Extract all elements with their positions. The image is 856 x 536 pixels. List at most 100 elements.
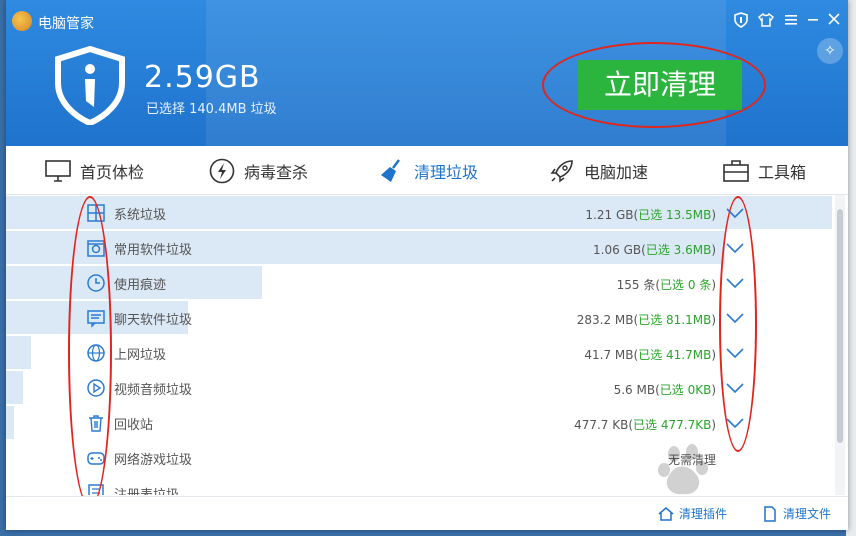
item-name: 回收站 bbox=[114, 418, 154, 433]
item-selected: 已选 0KB bbox=[659, 383, 712, 397]
app-title: 电脑管家 bbox=[38, 16, 94, 32]
item-name: 上网垃圾 bbox=[114, 348, 167, 363]
trash-icon bbox=[86, 413, 106, 433]
home-icon bbox=[658, 506, 674, 522]
toolbox-icon bbox=[722, 157, 750, 185]
chevron-down-icon[interactable] bbox=[724, 238, 746, 258]
list-item[interactable]: 系统垃圾 1.21 GB(已选 13.5MB) bbox=[6, 195, 834, 230]
list-item[interactable]: 回收站 477.7 KB(已选 477.7KB) bbox=[6, 405, 834, 440]
scrollbar[interactable] bbox=[835, 195, 845, 495]
registry-icon bbox=[86, 483, 106, 495]
selected-summary: 已选择 140.4MB 垃圾 bbox=[146, 102, 277, 117]
chevron-down-icon[interactable] bbox=[724, 343, 746, 363]
item-name: 注册表垃圾 bbox=[114, 484, 179, 495]
tab-label: 工具箱 bbox=[758, 163, 807, 182]
clock-icon bbox=[86, 273, 106, 293]
title-bar[interactable]: 电脑管家 bbox=[6, 0, 848, 42]
item-total: 477.7 KB bbox=[574, 418, 629, 432]
list-item[interactable]: 网络游戏垃圾 无需清理 bbox=[6, 440, 834, 475]
scan-progress-fill bbox=[6, 371, 23, 404]
windows-icon bbox=[86, 203, 106, 223]
list-item[interactable]: 使用痕迹 155 条(已选 0 条) bbox=[6, 265, 834, 300]
chevron-down-icon[interactable] bbox=[724, 308, 746, 328]
scan-progress-fill bbox=[6, 406, 14, 439]
tab-toolbox[interactable]: 工具箱 bbox=[722, 156, 806, 186]
list-item[interactable]: 注册表垃圾 bbox=[6, 475, 834, 495]
scan-progress-fill bbox=[6, 336, 31, 369]
rocket-icon bbox=[548, 157, 576, 185]
item-total: 41.7 MB bbox=[584, 348, 634, 362]
item-size: 1.21 GB(已选 13.5MB) bbox=[585, 208, 716, 222]
item-size: 477.7 KB(已选 477.7KB) bbox=[574, 418, 716, 432]
tab-label: 病毒查杀 bbox=[244, 163, 309, 182]
item-selected: 已选 81.1MB bbox=[638, 313, 712, 327]
menu-icon[interactable] bbox=[782, 12, 800, 30]
clean-now-button[interactable]: 立即清理 bbox=[578, 60, 742, 110]
tab-label: 电脑加速 bbox=[584, 163, 649, 182]
play-icon bbox=[86, 378, 106, 398]
item-name: 聊天软件垃圾 bbox=[114, 313, 193, 328]
chevron-down-icon[interactable] bbox=[724, 273, 746, 293]
file-icon bbox=[762, 505, 778, 522]
item-selected: 已选 13.5MB bbox=[638, 208, 712, 222]
item-size: 155 条(已选 0 条) bbox=[616, 278, 716, 292]
item-total: 1.06 GB bbox=[593, 243, 642, 257]
item-size: 41.7 MB(已选 41.7MB) bbox=[584, 348, 716, 362]
item-total: 1.21 GB bbox=[585, 208, 634, 222]
item-name: 系统垃圾 bbox=[114, 208, 167, 223]
chevron-down-icon[interactable] bbox=[724, 413, 746, 433]
skin-tshirt-icon[interactable] bbox=[757, 12, 775, 30]
item-name: 视频音频垃圾 bbox=[114, 383, 193, 398]
globe-icon bbox=[86, 343, 106, 363]
sparkle-icon[interactable]: ✧ bbox=[817, 38, 843, 64]
lightning-icon bbox=[208, 157, 236, 185]
app-logo-icon bbox=[12, 11, 32, 31]
scrollbar-thumb[interactable] bbox=[837, 209, 843, 443]
footer-bar: 清理插件 清理文件 bbox=[6, 496, 848, 530]
tab-speed-up[interactable]: 电脑加速 bbox=[548, 156, 648, 186]
gamepad-icon bbox=[86, 448, 106, 468]
software-icon bbox=[86, 238, 106, 258]
clean-plugin-label: 清理插件 bbox=[679, 507, 728, 521]
tab-home-check[interactable]: 首页体检 bbox=[44, 156, 144, 186]
item-selected: 已选 477.7KB bbox=[633, 418, 712, 432]
broom-icon bbox=[378, 157, 406, 185]
tab-label: 清理垃圾 bbox=[414, 163, 479, 182]
clean-plugin-link[interactable]: 清理插件 bbox=[658, 505, 727, 522]
item-total: 5.6 MB bbox=[613, 383, 656, 397]
chevron-down-icon[interactable] bbox=[724, 203, 746, 223]
main-nav: 首页体检 病毒查杀 清理垃圾 电脑加速 工具箱 bbox=[6, 146, 848, 195]
app-window: 电脑管家 ✧ 2.59GB 已选择 140.4MB 垃圾 立即清理 首页体检 病… bbox=[6, 0, 848, 530]
close-icon[interactable] bbox=[825, 12, 843, 30]
tab-virus-scan[interactable]: 病毒查杀 bbox=[208, 156, 308, 186]
item-name: 常用软件垃圾 bbox=[114, 243, 193, 258]
item-size: 1.06 GB(已选 3.6MB) bbox=[593, 243, 716, 257]
item-size: 5.6 MB(已选 0KB) bbox=[613, 383, 716, 397]
item-size: 283.2 MB(已选 81.1MB) bbox=[576, 313, 716, 327]
item-name: 网络游戏垃圾 bbox=[114, 453, 193, 468]
chat-icon bbox=[86, 308, 106, 328]
item-selected: 已选 0 条 bbox=[660, 278, 712, 292]
tab-clean-junk[interactable]: 清理垃圾 bbox=[378, 156, 478, 186]
item-total: 155 条 bbox=[616, 278, 656, 292]
shield-small-icon[interactable] bbox=[732, 12, 750, 30]
clean-files-label: 清理文件 bbox=[783, 507, 832, 521]
list-item[interactable]: 上网垃圾 41.7 MB(已选 41.7MB) bbox=[6, 335, 834, 370]
clean-files-link[interactable]: 清理文件 bbox=[762, 505, 831, 522]
list-item[interactable]: 常用软件垃圾 1.06 GB(已选 3.6MB) bbox=[6, 230, 834, 265]
monitor-icon bbox=[44, 157, 72, 185]
list-item[interactable]: 聊天软件垃圾 283.2 MB(已选 81.1MB) bbox=[6, 300, 834, 335]
minimize-icon[interactable] bbox=[804, 12, 822, 30]
item-selected: 已选 3.6MB bbox=[645, 243, 712, 257]
tab-label: 首页体检 bbox=[80, 163, 145, 182]
item-size: 无需清理 bbox=[667, 453, 716, 467]
junk-size: 2.59GB bbox=[144, 60, 261, 95]
shield-logo-icon bbox=[50, 45, 130, 127]
item-selected: 已选 41.7MB bbox=[638, 348, 712, 362]
item-total: 283.2 MB bbox=[576, 313, 634, 327]
junk-list[interactable]: 系统垃圾 1.21 GB(已选 13.5MB) 常用软件垃圾 1.06 GB(已选 3… bbox=[6, 195, 834, 495]
chevron-down-icon[interactable] bbox=[724, 378, 746, 398]
item-name: 使用痕迹 bbox=[114, 278, 167, 293]
list-item[interactable]: 视频音频垃圾 5.6 MB(已选 0KB) bbox=[6, 370, 834, 405]
header-banner: 电脑管家 ✧ 2.59GB 已选择 140.4MB 垃圾 立即清理 bbox=[6, 0, 848, 146]
